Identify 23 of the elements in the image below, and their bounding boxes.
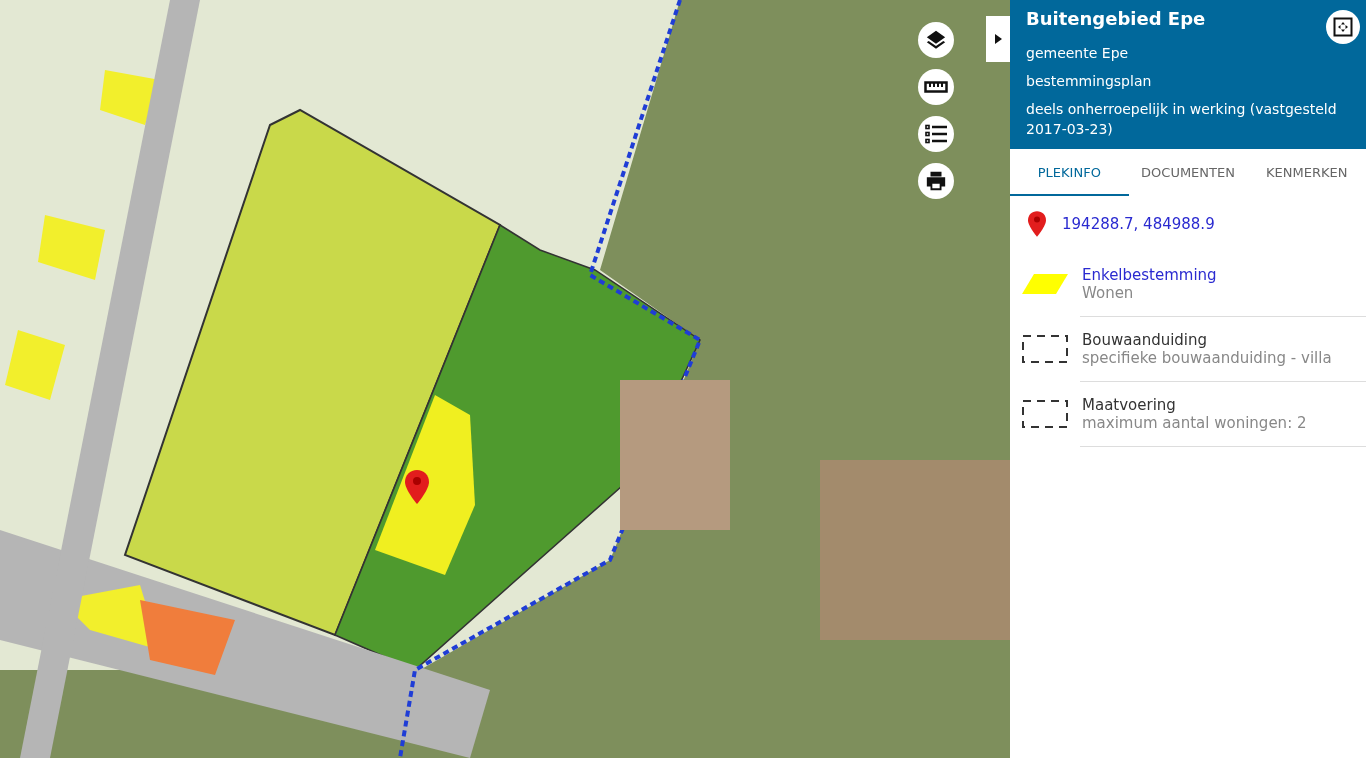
legend-title: Maatvoering [1082, 396, 1177, 414]
dashed-outline-icon [1022, 400, 1068, 428]
dashed-outline-icon [1022, 335, 1068, 363]
plan-detail: gemeente Epe [1026, 44, 1130, 63]
map-pin-icon [1028, 210, 1046, 238]
legend-subtitle: Wonen [1082, 284, 1135, 302]
caret-icon [994, 34, 1002, 44]
map-pin-icon [405, 470, 429, 504]
collapse-panel-button[interactable] [986, 16, 1010, 62]
ruler-icon [924, 80, 948, 94]
list-icon [925, 124, 947, 144]
layers-icon [925, 29, 947, 51]
fullscreen-icon [1333, 17, 1353, 37]
fullscreen-button[interactable] [1326, 10, 1360, 44]
legend-title-link[interactable]: Enkelbestemming [1082, 266, 1366, 284]
legend-subtitle: maximum aantal woningen: 2 [1082, 414, 1308, 432]
legend-subtitle: specifieke bouwaanduiding - villa [1082, 349, 1333, 367]
legend-title: Bouwaanduiding [1082, 331, 1209, 349]
printer-icon [925, 170, 947, 192]
plan-detail: deels onherroepelijk in werking (vastgesteld 2017-03-23) [1026, 100, 1338, 139]
plan-title: Buitengebied Epe [1026, 8, 1206, 29]
plan-detail: bestemmingsplan [1026, 72, 1153, 91]
coordinates-link[interactable]: 194288.7, 484988.9 [1062, 215, 1215, 233]
